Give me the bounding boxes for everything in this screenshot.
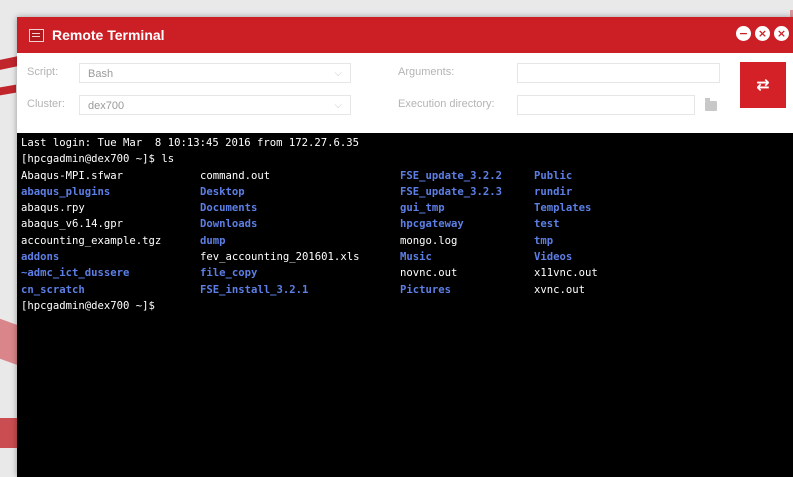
- run-arrows-icon: ⇄: [756, 75, 770, 94]
- folder-browse-icon[interactable]: [705, 98, 717, 111]
- ls-row: Abaqus-MPI.sfwar command.out FSE_update_3.…: [21, 168, 793, 184]
- arguments-input[interactable]: [517, 63, 720, 83]
- terminal-line-prompt-command: [hpcgadmin@dex700 ~]$ ls: [21, 153, 175, 166]
- ls-entry-dir: abaqus_plugins: [21, 185, 111, 198]
- ls-entry-dir: Templates: [534, 202, 592, 215]
- ls-row: abaqus_plugins Desktop FSE_update_3.2.3 run…: [21, 184, 793, 200]
- ls-row: ~admc_ict_dussere file_copy novnc.out x11vn…: [21, 265, 793, 281]
- ls-row: cn_scratch FSE_install_3.2.1 Pictures xvnc.…: [21, 282, 793, 298]
- ls-entry-dir: rundir: [534, 185, 573, 198]
- job-form: Script: Bash ⌵ Cluster: dex700 ⌵ Argumen…: [17, 53, 793, 169]
- ls-entry-dir: Downloads: [200, 218, 258, 231]
- ls-entry-dir: dump: [200, 234, 226, 247]
- minimize-button[interactable]: −: [736, 26, 751, 41]
- terminal-cursor: [161, 298, 167, 309]
- ls-entry-dir: Desktop: [200, 185, 245, 198]
- ls-entry-dir: tmp: [534, 234, 554, 247]
- ls-entry-archive: accounting_example.tgz: [21, 234, 162, 247]
- ls-entry-file: mongo.log: [400, 234, 458, 247]
- ls-entry-dir: ~admc_ict_dussere: [21, 267, 130, 280]
- terminal-line-last-login: Last login: Tue Mar 8 10:13:45 2016 from…: [21, 137, 360, 149]
- ls-entry-dir: Music: [400, 251, 432, 264]
- ls-entry-file: Abaqus-MPI.sfwar: [21, 169, 124, 182]
- ls-entry-dir: test: [534, 218, 560, 231]
- script-value: Bash: [88, 68, 114, 80]
- ls-row: abaqus_v6.14.gpr Downloads hpcgateway test: [21, 216, 793, 232]
- window-title: Remote Terminal: [52, 27, 165, 43]
- cluster-value: dex700: [88, 100, 125, 112]
- ls-entry-dir: file_copy: [200, 267, 258, 280]
- chevron-down-icon: ⌵: [334, 100, 342, 111]
- window-controls: − × ×: [736, 26, 789, 41]
- script-select[interactable]: Bash ⌵: [79, 63, 351, 83]
- prompt-text: [hpcgadmin@dex700 ~]$: [21, 299, 162, 312]
- ls-entry-file: novnc.out: [400, 267, 458, 280]
- ls-entry-dir: Documents: [200, 202, 258, 215]
- background-shape: [0, 56, 18, 70]
- ls-output: Abaqus-MPI.sfwar command.out FSE_update_3.…: [21, 168, 793, 298]
- background-shape: [0, 84, 16, 96]
- terminal-line-prompt: [hpcgadmin@dex700 ~]$: [21, 298, 793, 314]
- ls-entry-dir: Pictures: [400, 283, 452, 296]
- background-shape: [0, 318, 18, 366]
- restore-button[interactable]: ×: [755, 26, 770, 41]
- close-button[interactable]: ×: [774, 26, 789, 41]
- ls-entry-file: command.out: [200, 169, 271, 182]
- run-button[interactable]: ⇄: [740, 62, 786, 108]
- ls-entry-dir: Videos: [534, 251, 573, 264]
- cluster-select[interactable]: dex700 ⌵: [79, 95, 351, 115]
- ls-entry-dir: FSE_update_3.2.2: [400, 169, 503, 182]
- ls-entry-file: xvnc.out: [534, 283, 586, 296]
- execution-directory-label: Execution directory:: [398, 98, 495, 110]
- terminal-output[interactable]: Last login: Tue Mar 8 10:13:45 2016 from…: [17, 133, 793, 477]
- ls-row: addons fev_accounting_201601.xls Music Vide…: [21, 249, 793, 265]
- ls-entry-file: x11vnc.out: [534, 267, 598, 280]
- arguments-label: Arguments:: [398, 66, 455, 78]
- ls-entry-dir: FSE_install_3.2.1: [200, 283, 309, 296]
- ls-entry-file: abaqus.rpy: [21, 202, 85, 215]
- ls-entry-dir: Public: [534, 169, 573, 182]
- window-titlebar[interactable]: Remote Terminal − × ×: [17, 17, 793, 53]
- ls-entry-file: fev_accounting_201601.xls: [200, 251, 360, 264]
- ls-entry-dir: gui_tmp: [400, 202, 445, 215]
- ls-row: abaqus.rpy Documents gui_tmp Templates: [21, 200, 793, 216]
- ls-entry-dir: cn_scratch: [21, 283, 85, 296]
- ls-entry-dir: FSE_update_3.2.3: [400, 185, 503, 198]
- cluster-label: Cluster:: [27, 98, 65, 110]
- remote-terminal-window: Remote Terminal − × × Script: Bash ⌵ Clu…: [17, 17, 793, 477]
- execution-directory-input[interactable]: [517, 95, 695, 115]
- ls-entry-dir: hpcgateway: [400, 218, 464, 231]
- background-shape: [0, 418, 18, 448]
- ls-row: accounting_example.tgz dump mongo.log tmp: [21, 233, 793, 249]
- ls-entry-file: abaqus_v6.14.gpr: [21, 218, 124, 231]
- ls-entry-dir: addons: [21, 251, 60, 264]
- script-label: Script:: [27, 66, 59, 78]
- chevron-down-icon: ⌵: [334, 68, 342, 79]
- terminal-icon: [29, 28, 44, 42]
